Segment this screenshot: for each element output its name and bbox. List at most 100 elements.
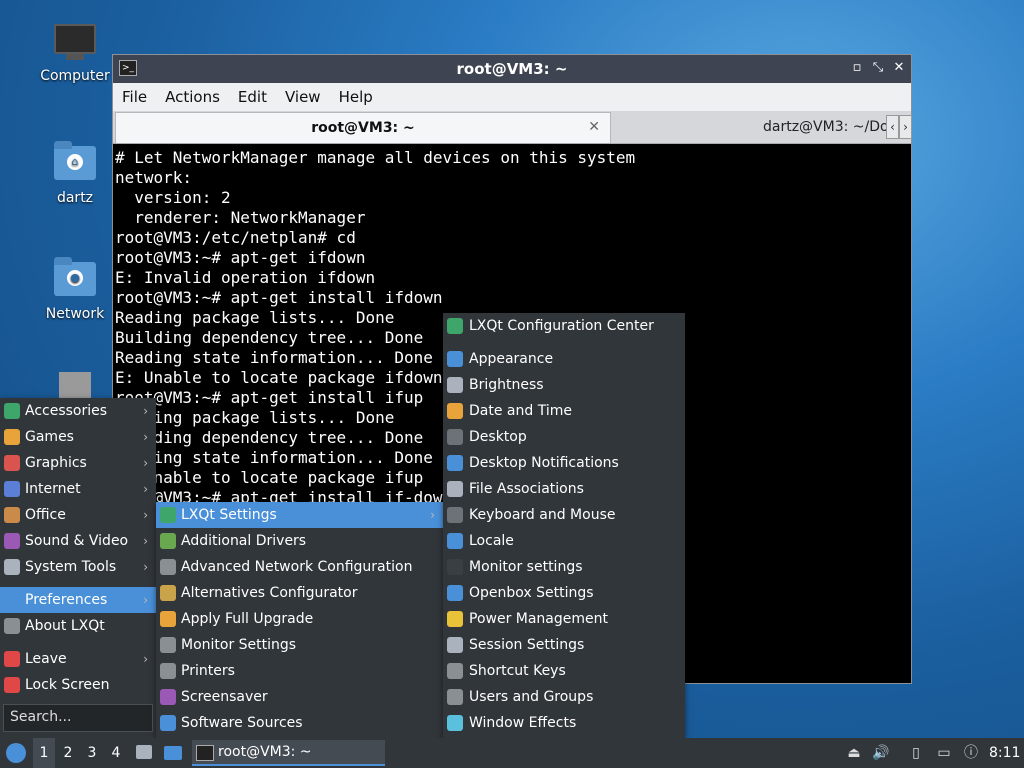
menu-item-label: Date and Time xyxy=(469,403,572,419)
menu-separator xyxy=(0,639,156,646)
window-title: root@VM3: ~ xyxy=(456,60,568,78)
menu-item[interactable]: Session Settings xyxy=(443,632,685,658)
lock-icon xyxy=(4,677,20,693)
menu-item[interactable]: Games › xyxy=(0,424,156,450)
info-icon xyxy=(4,618,20,634)
menu-file[interactable]: File xyxy=(113,88,156,106)
maximize-button[interactable]: ⤡ xyxy=(870,60,886,76)
tab-root[interactable]: root@VM3: ~ ✕ xyxy=(115,112,611,143)
menu-item-label: Power Management xyxy=(469,611,609,627)
home-folder-icon: ⌂ xyxy=(54,141,96,184)
task-label: root@VM3: ~ xyxy=(218,744,312,760)
menu-item[interactable]: Lock Screen xyxy=(0,672,156,698)
menu-item[interactable]: Graphics › xyxy=(0,450,156,476)
menu-item[interactable]: Software Sources xyxy=(156,710,443,736)
menu-item[interactable]: Desktop Notifications xyxy=(443,450,685,476)
menu-item[interactable]: Monitor Settings xyxy=(156,632,443,658)
start-menu-button[interactable] xyxy=(4,738,28,768)
menu-item-label: Leave xyxy=(25,651,67,667)
menu-item[interactable]: Alternatives Configurator xyxy=(156,580,443,606)
menu-item[interactable]: Shortcut Keys xyxy=(443,658,685,684)
menu-item[interactable]: Desktop xyxy=(443,424,685,450)
menu-help[interactable]: Help xyxy=(330,88,382,106)
clock[interactable]: 8:11 xyxy=(989,738,1023,768)
menu-item[interactable]: Accessories › xyxy=(0,398,156,424)
network-tray-icon[interactable]: ▭ xyxy=(935,744,953,762)
menu-item[interactable]: Office › xyxy=(0,502,156,528)
menu-item[interactable]: Date and Time xyxy=(443,398,685,424)
workspace-3[interactable]: 3 xyxy=(81,738,103,768)
close-button[interactable]: ✕ xyxy=(891,60,907,76)
menu-item[interactable]: Keyboard and Mouse xyxy=(443,502,685,528)
tab-scroll-right-icon[interactable]: › xyxy=(899,115,912,139)
menu-view[interactable]: View xyxy=(276,88,330,106)
menu-item[interactable]: File Associations xyxy=(443,476,685,502)
menu-item-label: Monitor settings xyxy=(469,559,583,575)
menu-item[interactable]: About LXQt xyxy=(0,613,156,639)
desktop-icon-network[interactable]: ● Network xyxy=(36,257,114,322)
desktop-icon-dartz[interactable]: ⌂ dartz xyxy=(36,141,114,206)
desktop-icon-computer[interactable]: Computer xyxy=(36,24,114,84)
terminal-line: renderer: NetworkManager xyxy=(115,208,366,227)
tab-close-icon[interactable]: ✕ xyxy=(588,119,600,135)
menu-item[interactable]: Screensaver xyxy=(156,684,443,710)
menu-item[interactable]: Power Management xyxy=(443,606,685,632)
menu-item-label: Session Settings xyxy=(469,637,585,653)
task-terminal[interactable]: root@VM3: ~ xyxy=(192,740,385,766)
power-icon xyxy=(4,651,20,667)
menu-item[interactable]: LXQt Configuration Center xyxy=(443,313,685,339)
menu-item[interactable]: Internet › xyxy=(0,476,156,502)
tab-label: dartz@VM3: ~/Do xyxy=(763,119,888,135)
minimize-button[interactable]: ▫ xyxy=(849,60,865,76)
volume-icon[interactable]: 🔊 xyxy=(872,744,890,762)
terminal-line: # Let NetworkManager manage all devices … xyxy=(115,148,636,167)
taskbar: root@VM3: ~ ⏏ 🔊 ▯ ▭ ⓘ 8:11 1234 xyxy=(0,738,1024,768)
desktop-icon-label: Network xyxy=(45,306,105,322)
menu-item[interactable]: System Tools › xyxy=(0,554,156,580)
clipboard-icon[interactable]: ▯ xyxy=(907,744,925,762)
menu-item[interactable]: LXQt Settings › xyxy=(156,502,443,528)
menu-item-label: System Tools xyxy=(25,559,117,575)
workspace-1[interactable]: 1 xyxy=(33,738,55,768)
menu-item[interactable]: Users and Groups xyxy=(443,684,685,710)
chevron-right-icon: › xyxy=(143,456,148,470)
eject-icon[interactable]: ⏏ xyxy=(845,744,863,762)
upgrade-icon xyxy=(160,611,176,627)
computer-icon xyxy=(54,24,96,62)
file-manager-icon[interactable] xyxy=(162,738,184,768)
menu-item-label: Apply Full Upgrade xyxy=(181,611,314,627)
menu-item[interactable]: Appearance xyxy=(443,346,685,372)
menu-separator xyxy=(0,580,156,587)
show-desktop-icon[interactable] xyxy=(134,738,154,768)
menu-edit[interactable]: Edit xyxy=(229,88,276,106)
tab-dartz[interactable]: dartz@VM3: ~/Do xyxy=(613,112,888,143)
screensaver-icon xyxy=(160,689,176,705)
printer-icon xyxy=(160,663,176,679)
menu-item[interactable]: Apply Full Upgrade xyxy=(156,606,443,632)
menu-search-input[interactable]: Search... xyxy=(3,704,153,732)
menu-item[interactable]: Openbox Settings xyxy=(443,580,685,606)
menu-item[interactable]: Brightness xyxy=(443,372,685,398)
notification-tray-icon[interactable]: ⓘ xyxy=(962,744,980,762)
workspace-4[interactable]: 4 xyxy=(105,738,127,768)
menu-item[interactable]: Preferences › xyxy=(0,587,156,613)
main-menu: Accessories › Games › Graphics › Internet › Offi… xyxy=(0,398,156,738)
menu-item[interactable]: Sound & Video › xyxy=(0,528,156,554)
menu-item[interactable]: Window Effects xyxy=(443,710,685,736)
menu-item-label: Brightness xyxy=(469,377,544,393)
menu-item-label: Games xyxy=(25,429,74,445)
menu-item-label: Graphics xyxy=(25,455,87,471)
menu-item[interactable]: Advanced Network Configuration xyxy=(156,554,443,580)
menu-item[interactable]: Locale xyxy=(443,528,685,554)
menu-item[interactable]: Additional Drivers xyxy=(156,528,443,554)
terminal-line: version: 2 xyxy=(115,188,231,207)
window-titlebar[interactable]: >_ root@VM3: ~ ▫ ⤡ ✕ xyxy=(113,55,911,83)
menu-item[interactable]: Leave › xyxy=(0,646,156,672)
menu-item[interactable]: Monitor settings xyxy=(443,554,685,580)
software-sources-icon xyxy=(160,715,176,731)
workspace-2[interactable]: 2 xyxy=(57,738,79,768)
menu-item[interactable]: Printers xyxy=(156,658,443,684)
chevron-right-icon: › xyxy=(143,430,148,444)
tab-scroll-left-icon[interactable]: ‹ xyxy=(886,115,899,139)
menu-actions[interactable]: Actions xyxy=(156,88,229,106)
